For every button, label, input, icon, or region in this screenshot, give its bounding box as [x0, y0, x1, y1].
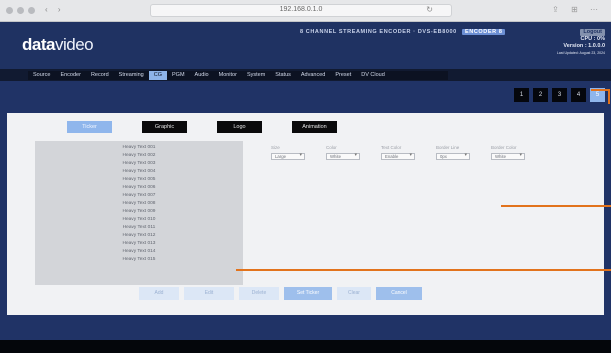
menu-item-system[interactable]: System — [242, 71, 270, 80]
setting-dropdown[interactable]: White — [491, 153, 525, 160]
setting-dropdown[interactable]: Enable — [381, 153, 415, 160]
ticker-list[interactable]: Heavy Text 001 Heavy Text 002 Heavy Text 0… — [35, 141, 243, 285]
list-item[interactable]: Heavy Text 002 — [35, 152, 243, 160]
cg-panel: Ticker Graphic Logo Animation Heavy Text 00… — [7, 113, 604, 315]
callout-line-settings — [501, 205, 611, 207]
cancel-button[interactable]: Cancel — [376, 287, 422, 300]
window-controls — [6, 7, 35, 14]
ticker-actions: Add Edit Delete Set Ticker Clear Cancel — [139, 287, 422, 300]
callout-line-list — [236, 269, 611, 271]
updated-status: Last Updated: August 23, 2024 — [556, 51, 605, 55]
menu-item-source[interactable]: Source — [28, 71, 55, 80]
add-button[interactable]: Add — [139, 287, 179, 300]
product-title-text: 8 CHANNEL STREAMING ENCODER · DVS-EB8000 — [300, 29, 457, 35]
maximize-window-button[interactable] — [28, 7, 35, 14]
list-item[interactable]: Heavy Text 013 — [35, 240, 243, 248]
setting-dropdown[interactable]: Large — [271, 153, 305, 160]
status-box: Logout CPU : 0% Version : 1.0.0.0 Last U… — [553, 29, 605, 57]
setting-field: Border Line 0px — [436, 145, 485, 160]
callout-line-pages — [591, 89, 610, 91]
setting-field: Border Color White — [491, 145, 540, 160]
menu-item-cg[interactable]: CG — [148, 71, 167, 80]
list-item[interactable]: Heavy Text 005 — [35, 176, 243, 184]
menu-item-advanced[interactable]: Advanced — [296, 71, 330, 80]
app-window: ‹ › 192.168.0.1.0 ↻ ⇪ ⊞ ⋯ datavideo 8 CH… — [0, 0, 611, 353]
page-button-2[interactable]: 2 — [533, 88, 548, 102]
browser-chrome: ‹ › 192.168.0.1.0 ↻ ⇪ ⊞ ⋯ — [0, 0, 611, 22]
list-item[interactable]: Heavy Text 003 — [35, 160, 243, 168]
product-title: 8 CHANNEL STREAMING ENCODER · DVS-EB8000… — [300, 29, 506, 35]
ticker-settings: Size Large Color White Text Color Enable Borde… — [271, 145, 540, 160]
setting-label: Text Color — [381, 145, 402, 150]
list-item[interactable]: Heavy Text 007 — [35, 192, 243, 200]
set-ticker-button[interactable]: Set Ticker — [284, 287, 332, 300]
menu-item-streaming[interactable]: Streaming — [114, 71, 149, 80]
page-footer — [0, 340, 611, 353]
delete-button[interactable]: Delete — [239, 287, 279, 300]
setting-dropdown[interactable]: 0px — [436, 153, 470, 160]
logout-button[interactable]: Logout — [580, 29, 605, 36]
list-item[interactable]: Heavy Text 011 — [35, 224, 243, 232]
logo-brand: data — [22, 35, 55, 54]
clear-button[interactable]: Clear — [337, 287, 371, 300]
setting-label: Border Line — [436, 145, 460, 150]
list-item[interactable]: Heavy Text 014 — [35, 248, 243, 256]
minimize-window-button[interactable] — [17, 7, 24, 14]
list-item[interactable]: Heavy Text 004 — [35, 168, 243, 176]
cpu-status: CPU : 0% — [580, 36, 605, 42]
datavideo-logo: datavideo — [22, 35, 94, 55]
menu-item-preset[interactable]: Preset — [330, 71, 356, 80]
setting-label: Border Color — [491, 145, 517, 150]
ticker-list-items: Heavy Text 001 Heavy Text 002 Heavy Text 0… — [35, 144, 243, 264]
product-badge: ENCODER 8 — [461, 29, 506, 35]
setting-field: Color White — [326, 145, 375, 160]
setting-label: Color — [326, 145, 337, 150]
page-button-4[interactable]: 4 — [571, 88, 586, 102]
list-item[interactable]: Heavy Text 010 — [35, 216, 243, 224]
list-item[interactable]: Heavy Text 008 — [35, 200, 243, 208]
setting-field: Size Large — [271, 145, 320, 160]
tab-ticker[interactable]: Ticker — [67, 121, 112, 133]
logo-brand-suffix: video — [54, 35, 94, 54]
list-item[interactable]: Heavy Text 006 — [35, 184, 243, 192]
cg-tabs: Ticker Graphic Logo Animation — [67, 121, 337, 133]
version-status: Version : 1.0.0.0 — [563, 43, 605, 49]
menu-item-status[interactable]: Status — [270, 71, 296, 80]
callout-line-vertical — [608, 90, 610, 104]
list-item[interactable]: Heavy Text 001 — [35, 144, 243, 152]
main-menu: Source Encoder Record Streaming CG PGM Audio Mo… — [28, 71, 448, 80]
address-bar[interactable]: 192.168.0.1.0 ↻ — [150, 4, 452, 17]
reload-icon[interactable]: ↻ — [426, 5, 433, 14]
menu-item-pgm[interactable]: PGM — [167, 71, 190, 80]
list-item[interactable]: Heavy Text 009 — [35, 208, 243, 216]
list-item[interactable]: Heavy Text 012 — [35, 232, 243, 240]
edit-button[interactable]: Edit — [184, 287, 234, 300]
tab-graphic[interactable]: Graphic — [142, 121, 187, 133]
menu-item-encoder[interactable]: Encoder — [55, 71, 86, 80]
main-content: 12345 Ticker Graphic Logo Animation Heavy T… — [0, 81, 611, 340]
menu-bar: Source Encoder Record Streaming CG PGM Audio Mo… — [0, 69, 611, 81]
menu-item-dv-cloud[interactable]: DV Cloud — [356, 71, 390, 80]
menu-item-monitor[interactable]: Monitor — [214, 71, 242, 80]
page-button-3[interactable]: 3 — [552, 88, 567, 102]
tab-logo[interactable]: Logo — [217, 121, 262, 133]
page-header: datavideo 8 CHANNEL STREAMING ENCODER · … — [0, 22, 611, 69]
address-url: 192.168.0.1.0 — [279, 6, 323, 13]
setting-dropdown[interactable]: White — [326, 153, 360, 160]
browser-nav-arrows-icon[interactable]: ‹ › — [45, 5, 65, 14]
page-button-1[interactable]: 1 — [514, 88, 529, 102]
browser-toolbar-icons[interactable]: ⇪ ⊞ ⋯ — [552, 5, 603, 14]
close-window-button[interactable] — [6, 7, 13, 14]
setting-label: Size — [271, 145, 280, 150]
list-item[interactable]: Heavy Text 015 — [35, 256, 243, 264]
menu-item-audio[interactable]: Audio — [190, 71, 214, 80]
tab-animation[interactable]: Animation — [292, 121, 337, 133]
setting-field: Text Color Enable — [381, 145, 430, 160]
menu-item-record[interactable]: Record — [86, 71, 114, 80]
